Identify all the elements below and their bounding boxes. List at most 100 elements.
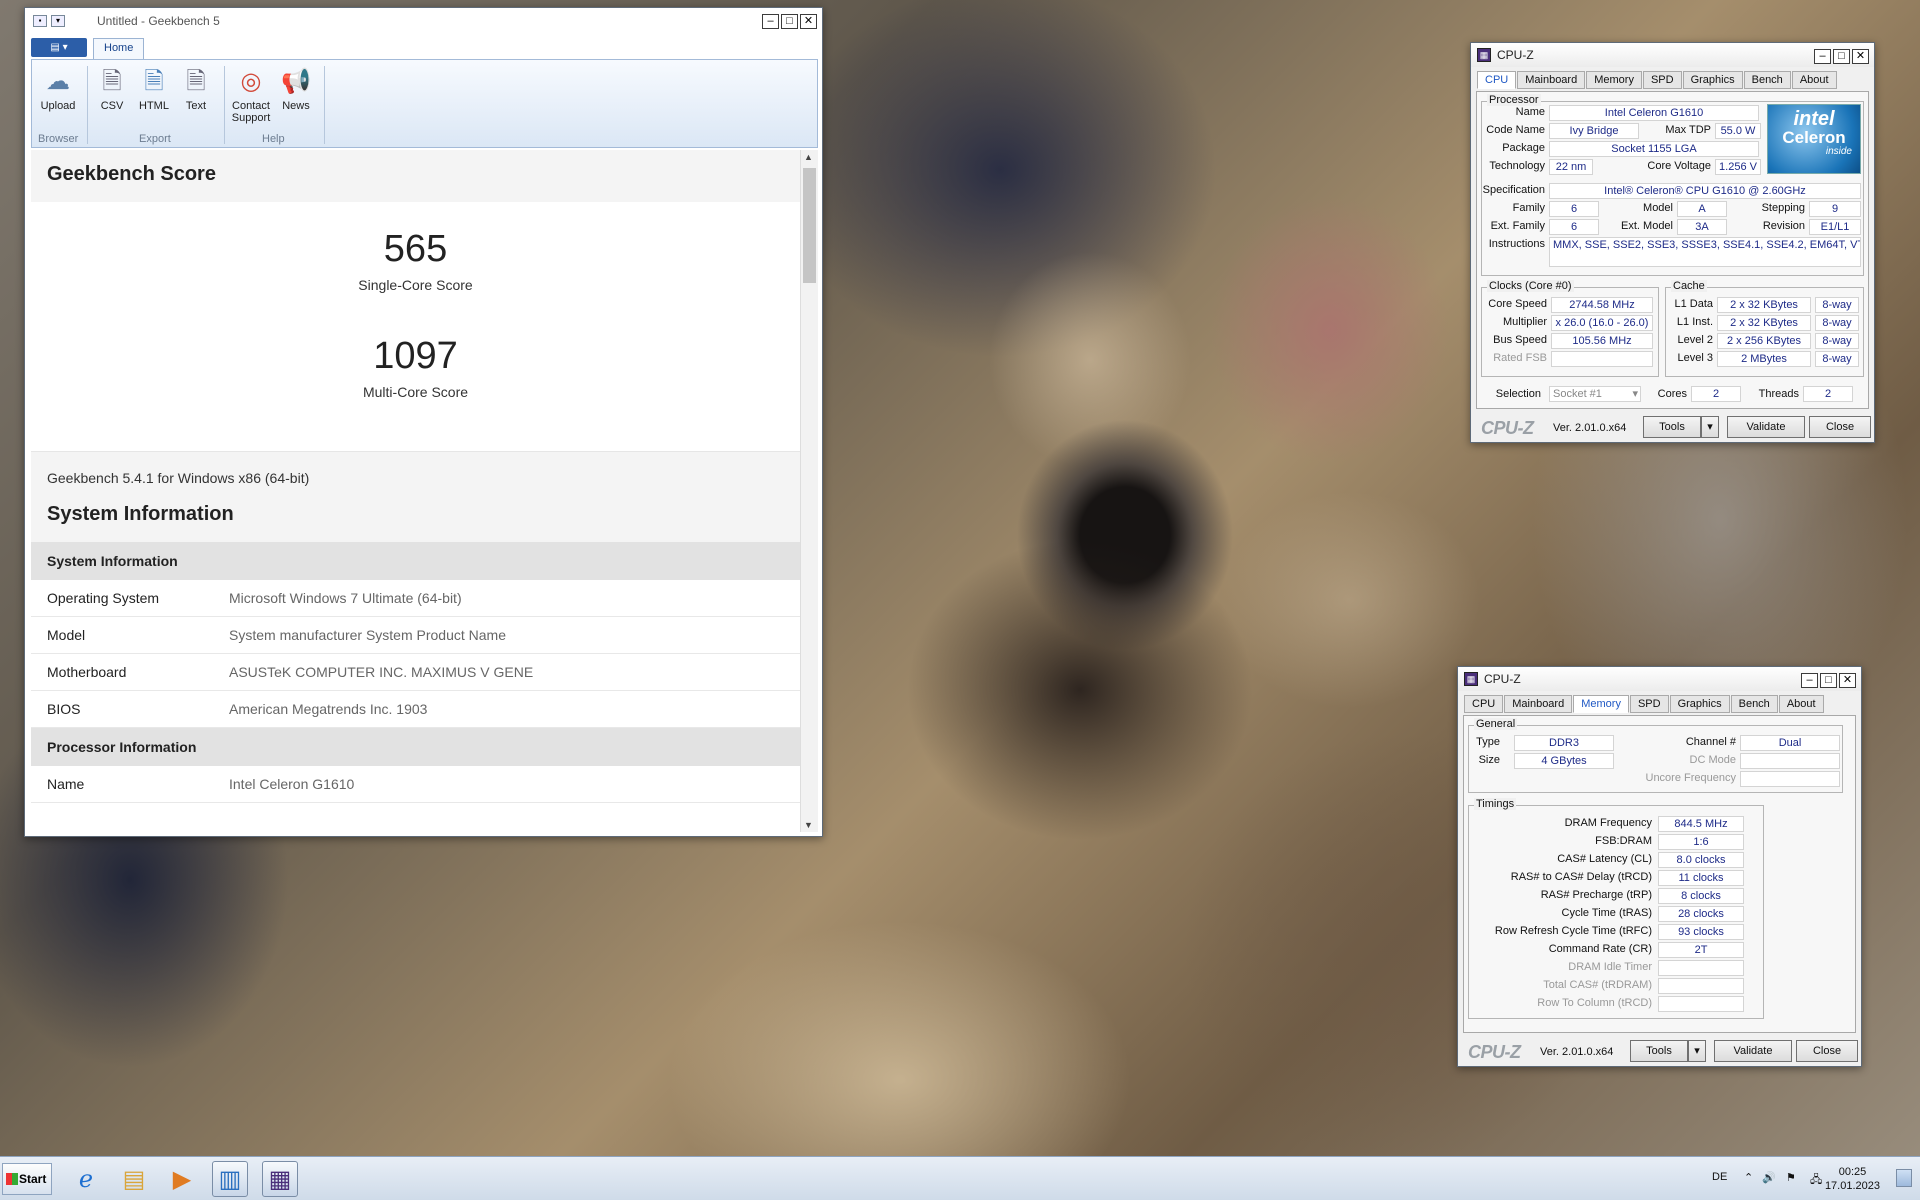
language-indicator[interactable]: DE — [1712, 1171, 1727, 1183]
html-label: HTML — [139, 100, 169, 112]
memory-tab-panel: General Type DDR3 Size 4 GBytes Channel … — [1463, 715, 1856, 1033]
tab-bench[interactable]: Bench — [1730, 695, 1778, 713]
close-app-button[interactable]: Close — [1796, 1040, 1858, 1062]
selection-dropdown[interactable]: Socket #1 ▾ — [1549, 386, 1641, 402]
group-help-label: Help — [262, 133, 285, 145]
export-csv-button[interactable]: 🗎 CSV — [92, 66, 132, 112]
row-key: Name — [47, 776, 85, 792]
cache-size-value: 2 x 32 KBytes — [1717, 297, 1811, 313]
export-html-button[interactable]: 🗎 HTML — [134, 66, 174, 112]
internet-explorer-icon[interactable]: ℯ — [68, 1161, 104, 1197]
contact-support-button[interactable]: ◎ Contact Support — [228, 66, 274, 124]
cpuz-taskbar-icon[interactable]: ▦ — [262, 1161, 298, 1197]
timing-value: 8.0 clocks — [1658, 852, 1744, 868]
multi-core-score: 1097 — [373, 335, 458, 377]
show-desktop-button[interactable] — [1896, 1169, 1912, 1187]
tools-button[interactable]: Tools — [1630, 1040, 1688, 1062]
tools-button[interactable]: Tools — [1643, 416, 1701, 438]
tab-spd[interactable]: SPD — [1642, 71, 1682, 89]
network-icon[interactable]: 🖧 — [1810, 1171, 1822, 1190]
timing-value: 2T — [1658, 942, 1744, 958]
validate-button[interactable]: Validate — [1714, 1040, 1792, 1062]
package-value: Socket 1155 LGA — [1549, 141, 1759, 157]
vertical-scrollbar[interactable]: ▲ ▼ — [800, 150, 818, 832]
app-menu-icon[interactable]: ▪ — [33, 15, 47, 27]
type-label: Type — [1476, 736, 1500, 748]
report-content: Geekbench Score 565 Single-Core Score 10… — [31, 150, 800, 832]
timing-label: FSB:DRAM — [1595, 835, 1652, 847]
logo-product: Celeron — [1782, 128, 1846, 147]
tab-memory[interactable]: Memory — [1586, 71, 1642, 89]
model-value: A — [1677, 201, 1727, 217]
geekbench-taskbar-icon[interactable]: ▥ — [212, 1161, 248, 1197]
cache-level-label: L1 Data — [1674, 298, 1713, 310]
timing-value: 844.5 MHz — [1658, 816, 1744, 832]
subsection-processor-information: Processor Information — [31, 728, 800, 766]
tab-spd[interactable]: SPD — [1629, 695, 1669, 713]
close-button[interactable]: ✕ — [1852, 49, 1869, 64]
busspeed-label: Bus Speed — [1493, 334, 1547, 346]
tools-dropdown-icon[interactable]: ▾ — [1701, 416, 1719, 438]
cpuz-logo: CPU-Z — [1481, 418, 1534, 438]
package-label: Package — [1502, 142, 1545, 154]
tab-about[interactable]: About — [1778, 695, 1824, 713]
tab-graphics[interactable]: Graphics — [1682, 71, 1743, 89]
close-app-button[interactable]: Close — [1809, 416, 1871, 438]
news-button[interactable]: 📢 News — [276, 66, 316, 112]
maximize-button[interactable]: □ — [781, 14, 798, 29]
scrollbar-thumb[interactable] — [803, 168, 816, 283]
show-hidden-icons-icon[interactable]: ⌃ — [1744, 1171, 1753, 1184]
corespeed-label: Core Speed — [1488, 298, 1547, 310]
spec-value: Intel® Celeron® CPU G1610 @ 2.60GHz — [1549, 183, 1861, 199]
type-value: DDR3 — [1514, 735, 1614, 751]
tools-dropdown-icon[interactable]: ▾ — [1688, 1040, 1706, 1062]
system-clock[interactable]: 00:25 17.01.2023 — [1825, 1165, 1880, 1193]
timing-value — [1658, 960, 1744, 976]
file-explorer-icon[interactable]: ▤ — [116, 1161, 152, 1197]
start-button[interactable]: Start — [2, 1163, 52, 1195]
csv-file-icon: 🗎 — [102, 68, 122, 95]
maximize-button[interactable]: □ — [1820, 673, 1837, 688]
tab-about[interactable]: About — [1791, 71, 1837, 89]
validate-button[interactable]: Validate — [1727, 416, 1805, 438]
volume-icon[interactable]: 🔊 — [1762, 1171, 1776, 1184]
export-text-button[interactable]: 🗎 Text — [176, 66, 216, 112]
window-title: Untitled - Geekbench 5 — [97, 14, 220, 28]
minimize-button[interactable]: – — [1814, 49, 1831, 64]
tab-cpu[interactable]: CPU — [1464, 695, 1504, 713]
scroll-down-icon[interactable]: ▼ — [804, 820, 813, 830]
timing-label: Command Rate (CR) — [1548, 943, 1652, 955]
tab-mainboard[interactable]: Mainboard — [1504, 695, 1573, 713]
tab-mainboard[interactable]: Mainboard — [1517, 71, 1586, 89]
media-player-icon[interactable]: ▶ — [164, 1161, 200, 1197]
table-row: BIOS American Megatrends Inc. 1903 — [31, 691, 800, 728]
close-button[interactable]: ✕ — [1839, 673, 1856, 688]
subsection-system-information: System Information — [31, 542, 800, 580]
cache-ways-value: 8-way — [1815, 297, 1859, 313]
file-menu-button[interactable]: ▤ ▾ — [31, 38, 87, 57]
scroll-up-icon[interactable]: ▲ — [804, 152, 813, 162]
tab-home[interactable]: Home — [93, 38, 145, 59]
tab-graphics[interactable]: Graphics — [1669, 695, 1730, 713]
uncore-value — [1740, 771, 1840, 787]
tab-memory[interactable]: Memory — [1573, 695, 1629, 713]
action-center-flag-icon[interactable]: ⚑ — [1786, 1171, 1796, 1184]
tab-cpu[interactable]: CPU — [1477, 71, 1517, 89]
cloud-upload-icon: ☁ — [46, 68, 70, 95]
ratedfsb-label: Rated FSB — [1493, 352, 1547, 364]
channel-label: Channel # — [1685, 736, 1736, 748]
cpu-tab-panel: Processor Name Intel Celeron G1610 Code … — [1476, 91, 1869, 409]
tab-bench[interactable]: Bench — [1743, 71, 1791, 89]
qat-dropdown-icon[interactable]: ▾ — [51, 15, 65, 27]
extmodel-label: Ext. Model — [1621, 220, 1673, 232]
maximize-button[interactable]: □ — [1833, 49, 1850, 64]
version-text: Ver. 2.01.0.x64 — [1540, 1046, 1614, 1058]
upload-button[interactable]: ☁ Upload — [36, 66, 80, 112]
close-button[interactable]: ✕ — [800, 14, 817, 29]
minimize-button[interactable]: – — [762, 14, 779, 29]
clock-time: 00:25 — [1838, 1166, 1867, 1178]
timing-label: RAS# Precharge (tRP) — [1540, 889, 1652, 901]
timing-label: Row Refresh Cycle Time (tRFC) — [1494, 925, 1652, 937]
intel-celeron-logo: intel Celeron inside — [1767, 104, 1861, 174]
minimize-button[interactable]: – — [1801, 673, 1818, 688]
